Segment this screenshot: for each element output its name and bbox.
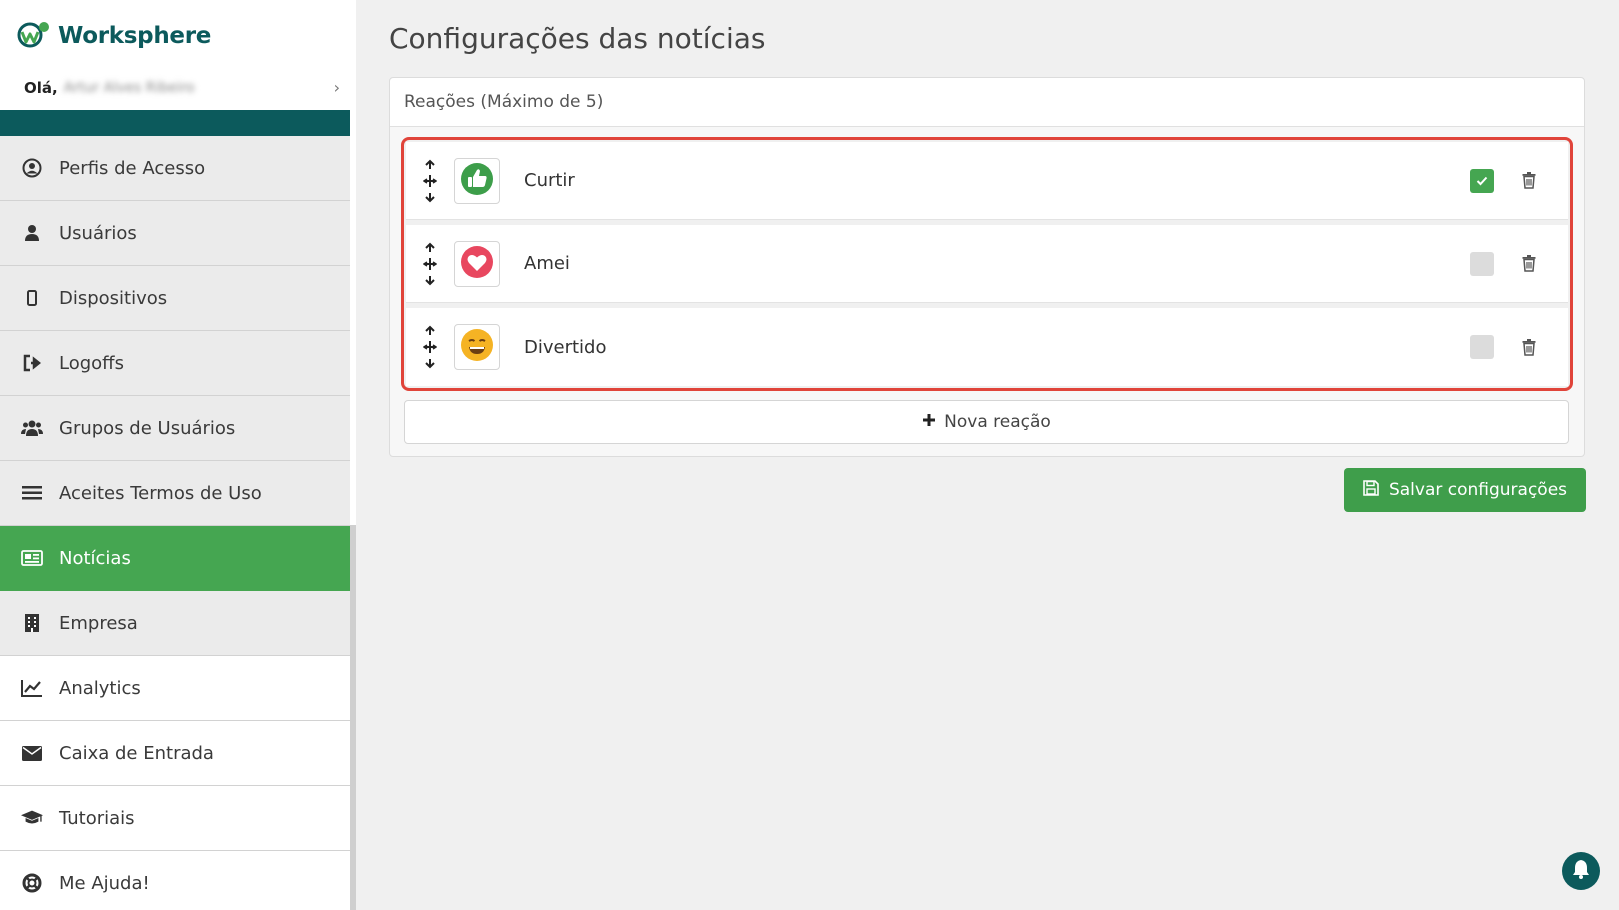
reaction-name: Curtir — [524, 170, 575, 191]
sidebar-item-empresa[interactable]: Empresa — [0, 591, 350, 656]
sidebar-item-perfis-de-acesso[interactable]: Perfis de Acesso — [0, 136, 350, 201]
building-icon — [21, 612, 43, 634]
worksphere-logo-icon — [16, 20, 50, 52]
graduation-cap-icon — [21, 807, 43, 829]
reaction-image[interactable] — [454, 157, 500, 204]
sidebar-item-label: Logoffs — [59, 352, 124, 374]
drag-handle-icon[interactable] — [406, 242, 454, 286]
sidebar-item-label: Empresa — [59, 612, 138, 634]
save-settings-label: Salvar configurações — [1388, 480, 1568, 500]
life-ring-icon — [21, 872, 43, 894]
reaction-enabled-checkbox[interactable] — [1470, 251, 1494, 276]
thumbs-up-icon — [460, 162, 494, 200]
sidebar-item-label: Grupos de Usuários — [59, 417, 236, 439]
sidebar-item-dispositivos[interactable]: Dispositivos — [0, 266, 350, 331]
sidebar-item-label: Dispositivos — [59, 287, 168, 309]
list-icon — [21, 482, 43, 504]
notifications-button[interactable] — [1562, 852, 1600, 890]
sidebar-item-noticias[interactable]: Notícias — [0, 526, 350, 591]
sidebar: Worksphere Olá, Artur Alves Ribeiro › Pe… — [0, 0, 356, 910]
reaction-image[interactable] — [454, 324, 500, 370]
user-greeting[interactable]: Olá, Artur Alves Ribeiro › — [24, 78, 340, 97]
drag-handle-icon[interactable] — [406, 159, 454, 203]
check-icon — [1476, 176, 1488, 185]
bell-icon — [1572, 859, 1590, 883]
reactions-list: Curtir Amei Divertido — [401, 137, 1573, 391]
sidebar-item-label: Usuários — [59, 222, 137, 244]
sidebar-item-me-ajuda[interactable]: Me Ajuda! — [0, 851, 350, 910]
new-reaction-label: Nova reação — [944, 412, 1051, 432]
sidebar-divider — [0, 110, 350, 136]
brand-name: Worksphere — [58, 23, 212, 49]
reaction-row: Divertido — [406, 308, 1568, 386]
trash-icon[interactable] — [1518, 253, 1540, 275]
users-icon — [21, 417, 43, 439]
save-settings-button[interactable]: Salvar configurações — [1344, 468, 1586, 512]
heart-icon — [460, 245, 494, 283]
chevron-right-icon: › — [333, 78, 340, 97]
greeting-text: Olá, — [24, 78, 58, 97]
mobile-icon — [21, 287, 43, 309]
reactions-card: Reações (Máximo de 5) Curtir Amei Divert… — [389, 77, 1585, 457]
user-icon — [21, 222, 43, 244]
trash-icon[interactable] — [1518, 336, 1540, 358]
reaction-row: Curtir — [406, 142, 1568, 220]
sidebar-item-label: Notícias — [59, 547, 131, 569]
sidebar-item-label: Aceites Termos de Uso — [59, 482, 262, 504]
trash-icon[interactable] — [1518, 170, 1540, 192]
reaction-name: Divertido — [524, 336, 607, 358]
sidebar-item-usuarios[interactable]: Usuários — [0, 201, 350, 266]
sidebar-item-label: Tutoriais — [59, 807, 135, 829]
sidebar-item-label: Perfis de Acesso — [59, 157, 206, 179]
sidebar-item-aceites-termos[interactable]: Aceites Termos de Uso — [0, 461, 350, 526]
sidebar-item-label: Me Ajuda! — [59, 872, 150, 894]
sidebar-item-caixa-de-entrada[interactable]: Caixa de Entrada — [0, 721, 350, 786]
brand-logo[interactable]: Worksphere — [16, 20, 211, 52]
sidebar-item-tutoriais[interactable]: Tutoriais — [0, 786, 350, 851]
sidebar-scrollbar[interactable] — [350, 525, 356, 910]
reaction-row: Amei — [406, 225, 1568, 303]
plus-icon — [922, 412, 936, 432]
sidebar-item-label: Analytics — [59, 677, 141, 699]
user-name: Artur Alves Ribeiro — [63, 79, 195, 96]
drag-handle-icon[interactable] — [406, 325, 454, 369]
envelope-icon — [21, 742, 43, 764]
reaction-name: Amei — [524, 253, 570, 274]
sidebar-nav: Perfis de Acesso Usuários Dispositivos L… — [0, 136, 350, 910]
reaction-image[interactable] — [454, 240, 500, 287]
sidebar-item-label: Caixa de Entrada — [59, 742, 214, 764]
user-circle-icon — [21, 157, 43, 179]
new-reaction-button[interactable]: Nova reação — [404, 400, 1569, 444]
sign-out-icon — [21, 352, 43, 374]
sidebar-item-logoffs[interactable]: Logoffs — [0, 331, 350, 396]
floppy-disk-icon — [1363, 479, 1379, 501]
newspaper-icon — [21, 547, 43, 569]
reaction-enabled-checkbox[interactable] — [1470, 168, 1494, 193]
reactions-card-header: Reações (Máximo de 5) — [390, 78, 1584, 127]
reaction-enabled-checkbox[interactable] — [1470, 335, 1494, 359]
grin-icon — [460, 328, 494, 366]
page-title: Configurações das notícias — [389, 22, 766, 55]
chart-line-icon — [21, 677, 43, 699]
sidebar-item-analytics[interactable]: Analytics — [0, 656, 350, 721]
sidebar-item-grupos-de-usuarios[interactable]: Grupos de Usuários — [0, 396, 350, 461]
